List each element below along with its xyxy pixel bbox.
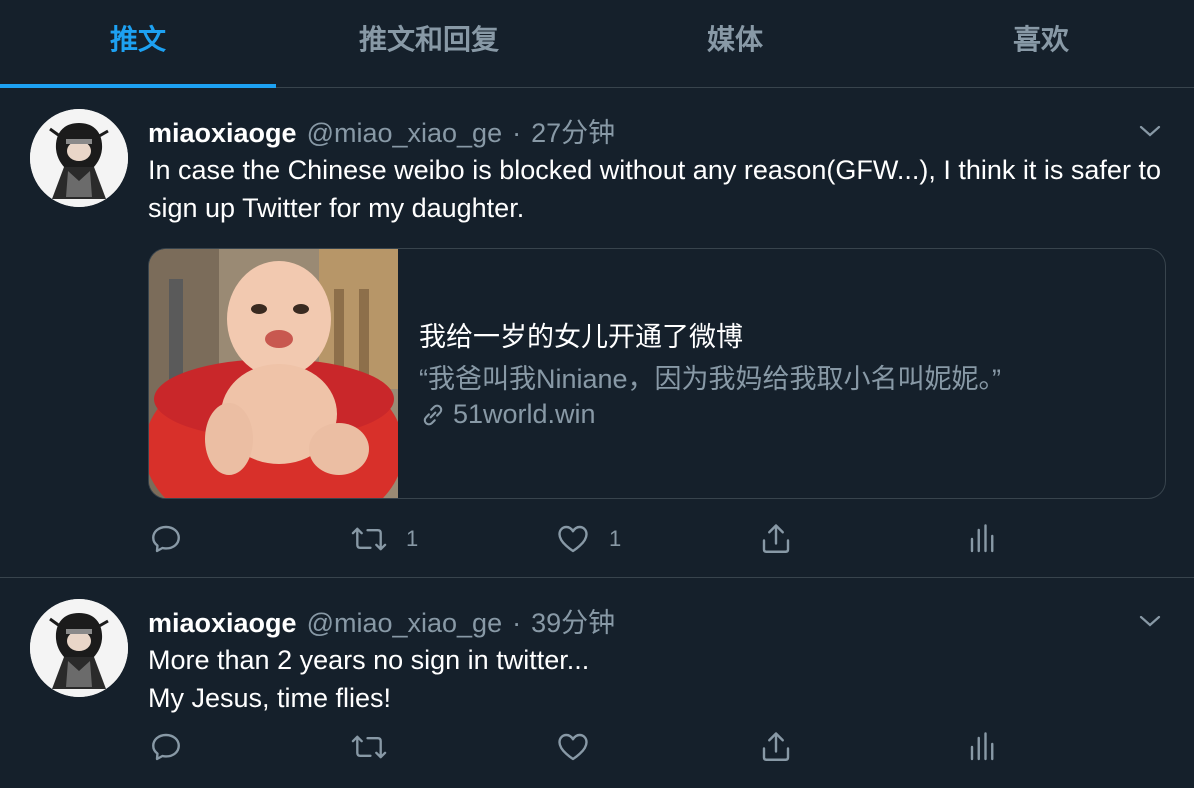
separator: · <box>512 118 522 148</box>
tweet-header: miaoxiaoge @miao_xiao_ge · 39分钟 <box>148 601 615 640</box>
timestamp[interactable]: 39分钟 <box>531 601 615 640</box>
analytics-button[interactable] <box>963 521 999 557</box>
chevron-down-icon[interactable] <box>1138 119 1162 143</box>
tweet-text-line: More than 2 years no sign in twitter... <box>148 645 590 675</box>
tweet[interactable]: miaoxiaoge @miao_xiao_ge · 39分钟 More tha… <box>0 579 1194 788</box>
avatar[interactable] <box>30 599 128 697</box>
chevron-down-icon[interactable] <box>1138 609 1162 633</box>
retweet-count: 1 <box>406 526 419 551</box>
tweet-text-line: My Jesus, time flies! <box>148 683 392 713</box>
tweet-actions: 1 1 <box>148 521 1148 561</box>
reply-button[interactable] <box>148 729 202 765</box>
card-title: 我给一岁的女儿开通了微博 <box>419 322 743 352</box>
tweet-actions <box>148 729 1148 769</box>
card-image <box>149 249 404 498</box>
display-name[interactable]: miaoxiaoge <box>148 608 297 639</box>
like-count: 1 <box>609 526 622 551</box>
profile-tabs: 推文 推文和回复 媒体 喜欢 <box>0 0 1194 88</box>
share-button[interactable] <box>758 729 794 765</box>
timestamp[interactable]: 27分钟 <box>531 111 615 150</box>
like-icon <box>558 525 588 553</box>
tweet-text: More than 2 years no sign in twitter... … <box>148 641 1168 717</box>
like-button[interactable]: 1 <box>555 521 621 557</box>
reply-icon <box>152 733 180 761</box>
share-icon <box>762 732 790 761</box>
retweet-icon <box>351 735 387 759</box>
link-icon <box>423 404 443 425</box>
tab-likes[interactable]: 喜欢 <box>888 0 1194 87</box>
share-button[interactable] <box>758 521 794 557</box>
username[interactable]: @miao_xiao_ge <box>307 608 503 639</box>
tab-tweets-and-replies[interactable]: 推文和回复 <box>276 0 582 87</box>
separator: · <box>512 608 522 638</box>
card-link[interactable]: 51world.win <box>419 399 596 430</box>
analytics-icon <box>970 732 994 761</box>
tweet-header: miaoxiaoge @miao_xiao_ge · 27分钟 <box>148 111 615 150</box>
like-button[interactable] <box>555 729 609 765</box>
retweet-icon <box>351 527 387 551</box>
reply-icon <box>152 525 180 553</box>
like-icon <box>558 733 588 761</box>
avatar[interactable] <box>30 109 128 207</box>
username[interactable]: @miao_xiao_ge <box>307 118 503 149</box>
card-description: “我爸叫我Niniane，因为我妈给我取小名叫妮妮。” <box>419 364 1002 394</box>
analytics-icon <box>970 524 994 553</box>
share-icon <box>762 524 790 553</box>
tab-tweets[interactable]: 推文 <box>0 0 276 88</box>
tweet[interactable]: miaoxiaoge @miao_xiao_ge · 27分钟 In case … <box>0 89 1194 578</box>
retweet-button[interactable]: 1 <box>350 521 418 557</box>
retweet-button[interactable] <box>350 729 406 765</box>
card-domain[interactable]: 51world.win <box>453 399 596 430</box>
analytics-button[interactable] <box>963 729 999 765</box>
reply-button[interactable] <box>148 521 202 557</box>
display-name[interactable]: miaoxiaoge <box>148 118 297 149</box>
tab-media[interactable]: 媒体 <box>582 0 888 87</box>
link-card[interactable]: 我给一岁的女儿开通了微博 “我爸叫我Niniane，因为我妈给我取小名叫妮妮。”… <box>148 248 1166 499</box>
tweet-text: In case the Chinese weibo is blocked wit… <box>148 155 1161 223</box>
